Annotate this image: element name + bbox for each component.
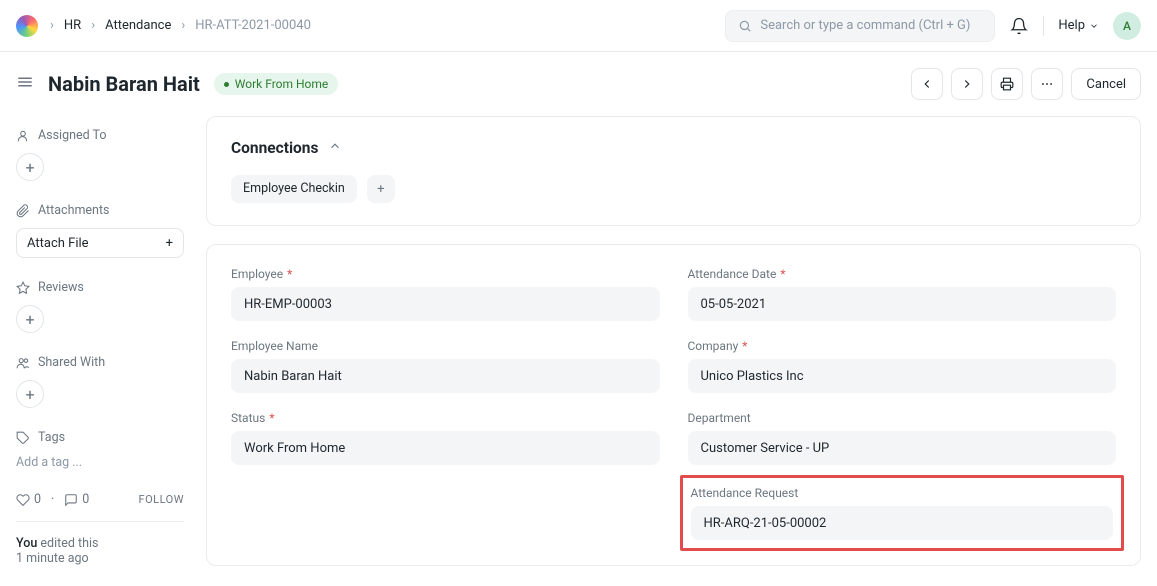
chevron-right-icon: › <box>91 18 95 33</box>
details-card: Employee* HR-EMP-00003 Attendance Date* … <box>206 244 1141 566</box>
printer-icon <box>1000 77 1014 91</box>
employee-field[interactable]: HR-EMP-00003 <box>231 287 660 321</box>
tag-icon <box>16 431 30 445</box>
paperclip-icon <box>16 204 30 218</box>
cancel-label: Cancel <box>1086 77 1126 92</box>
cancel-button[interactable]: Cancel <box>1071 68 1141 100</box>
add-assignee-button[interactable]: + <box>16 153 44 181</box>
chevron-down-icon <box>1089 21 1099 31</box>
attendance-request-label: Attendance Request <box>691 486 1114 500</box>
attach-file-label: Attach File <box>27 236 89 251</box>
add-connection-button[interactable]: + <box>367 175 395 203</box>
company-label: Company* <box>688 339 1117 353</box>
page-title: Nabin Baran Hait <box>48 72 200 96</box>
chevron-right-icon: › <box>181 18 185 33</box>
department-field[interactable]: Customer Service - UP <box>688 431 1117 465</box>
divider <box>1043 16 1044 36</box>
plus-icon: + <box>166 236 173 251</box>
search-placeholder: Search or type a command (Ctrl + G) <box>760 18 970 33</box>
status-badge: Work From Home <box>214 73 339 95</box>
attendance-request-field[interactable]: HR-ARQ-21-05-00002 <box>691 506 1114 540</box>
chevron-right-icon: › <box>50 18 54 33</box>
more-horizontal-icon <box>1040 77 1054 91</box>
assigned-to-label: Assigned To <box>16 128 184 143</box>
comment-icon <box>64 493 78 507</box>
connections-card: Connections Employee Checkin + <box>206 116 1141 226</box>
avatar-initial: A <box>1123 19 1131 33</box>
attach-file-button[interactable]: Attach File + <box>16 228 184 258</box>
user-icon <box>16 129 30 143</box>
notifications-button[interactable] <box>1009 16 1029 36</box>
employee-name-label: Employee Name <box>231 339 660 353</box>
star-icon <box>16 281 30 295</box>
help-label: Help <box>1058 18 1085 33</box>
menu-icon <box>16 73 34 91</box>
edit-log: You edited this 1 minute ago <box>16 536 184 566</box>
add-review-button[interactable]: + <box>16 305 44 333</box>
status-dot-icon <box>224 82 229 87</box>
reviews-label: Reviews <box>16 280 184 295</box>
breadcrumb-hr[interactable]: HR <box>64 18 81 33</box>
avatar[interactable]: A <box>1113 12 1141 40</box>
more-button[interactable] <box>1031 68 1063 100</box>
status-label: Status* <box>231 411 660 425</box>
attendance-date-label: Attendance Date* <box>688 267 1117 281</box>
chevron-left-icon <box>920 77 934 91</box>
like-button[interactable]: 0 <box>16 492 41 507</box>
comments-button[interactable]: 0 <box>64 492 89 507</box>
heart-icon <box>16 493 30 507</box>
department-label: Department <box>688 411 1117 425</box>
next-button[interactable] <box>951 68 983 100</box>
search-icon <box>738 19 752 33</box>
users-icon <box>16 356 30 370</box>
breadcrumb-current: HR-ATT-2021-00040 <box>195 18 311 33</box>
status-field[interactable]: Work From Home <box>231 431 660 465</box>
connections-title: Connections <box>231 139 318 157</box>
employee-name-field[interactable]: Nabin Baran Hait <box>231 359 660 393</box>
attachments-label: Attachments <box>16 203 184 218</box>
attendance-date-field[interactable]: 05-05-2021 <box>688 287 1117 321</box>
print-button[interactable] <box>991 68 1023 100</box>
follow-button[interactable]: FOLLOW <box>139 493 184 506</box>
search-input[interactable]: Search or type a command (Ctrl + G) <box>725 10 995 42</box>
company-field[interactable]: Unico Plastics Inc <box>688 359 1117 393</box>
employee-label: Employee* <box>231 267 660 281</box>
dot-separator: · <box>51 492 54 507</box>
chevron-right-icon <box>960 77 974 91</box>
sidebar-toggle[interactable] <box>16 73 34 95</box>
bell-icon <box>1010 17 1028 35</box>
tags-label: Tags <box>16 430 184 445</box>
breadcrumb-attendance[interactable]: Attendance <box>105 18 171 33</box>
status-text: Work From Home <box>235 77 329 91</box>
attendance-request-highlight: Attendance Request HR-ARQ-21-05-00002 <box>680 475 1125 551</box>
app-logo[interactable] <box>16 15 38 37</box>
breadcrumb: › HR › Attendance › HR-ATT-2021-00040 <box>50 18 311 33</box>
chevron-up-icon <box>328 139 342 153</box>
collapse-connections-button[interactable] <box>328 139 342 157</box>
divider <box>16 521 184 522</box>
shared-with-label: Shared With <box>16 355 184 370</box>
connection-chip-employee-checkin[interactable]: Employee Checkin <box>231 175 357 203</box>
prev-button[interactable] <box>911 68 943 100</box>
tag-input[interactable]: Add a tag ... <box>16 455 184 470</box>
add-share-button[interactable]: + <box>16 380 44 408</box>
help-menu[interactable]: Help <box>1058 18 1099 33</box>
